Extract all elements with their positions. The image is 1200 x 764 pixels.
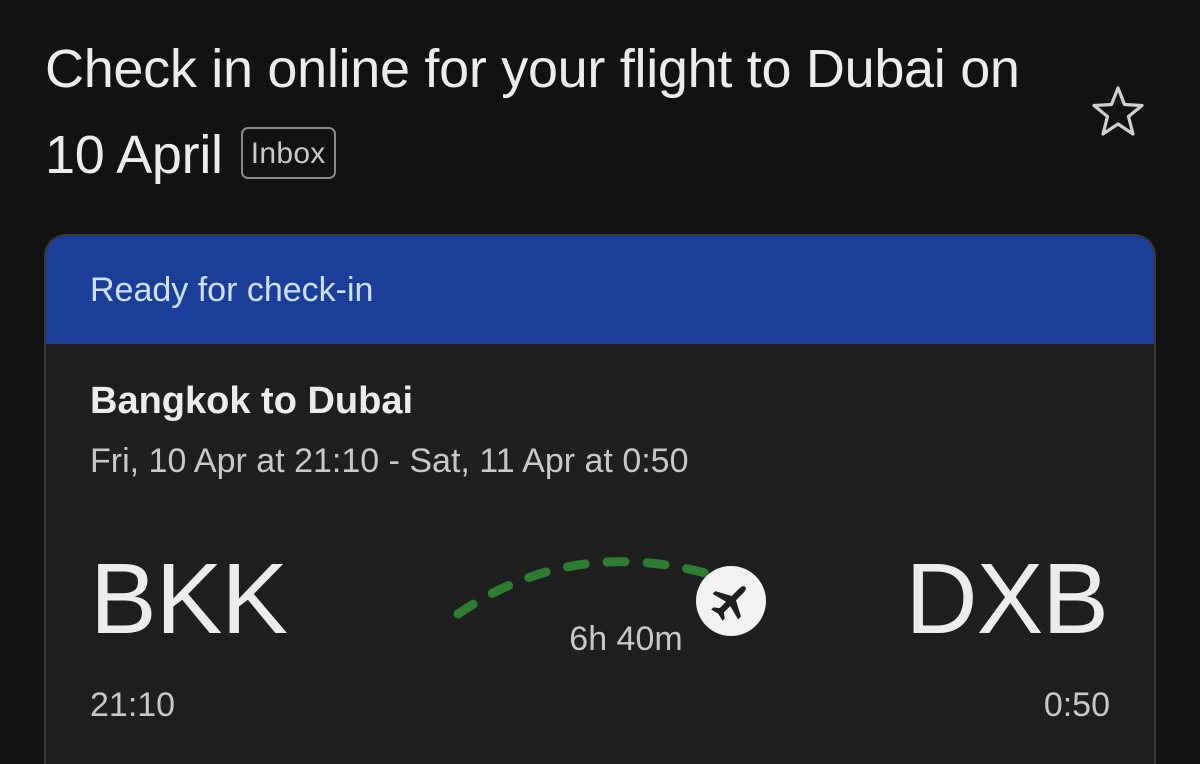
route-title: Bangkok to Dubai	[90, 380, 414, 422]
star-icon[interactable]	[1088, 82, 1148, 142]
checkin-status-banner: Ready for check-in	[46, 236, 1154, 344]
email-subject: Check in online for your flight to Dubai…	[45, 26, 1055, 198]
arrival-time: 0:50	[1043, 686, 1110, 724]
departure-time: 21:10	[90, 686, 176, 724]
flight-card[interactable]: Ready for check-in Bangkok to Dubai Fri,…	[44, 234, 1156, 764]
inbox-label-badge[interactable]: Inbox	[240, 127, 336, 179]
flight-schedule: Fri, 10 Apr at 21:10 - Sat, 11 Apr at 0:…	[90, 442, 689, 480]
destination-airport-code: DXB	[905, 543, 1109, 655]
origin-airport-code: BKK	[90, 543, 288, 655]
email-subject-text: Check in online for your flight to Dubai…	[45, 39, 1020, 185]
flight-duration: 6h 40m	[569, 620, 683, 658]
